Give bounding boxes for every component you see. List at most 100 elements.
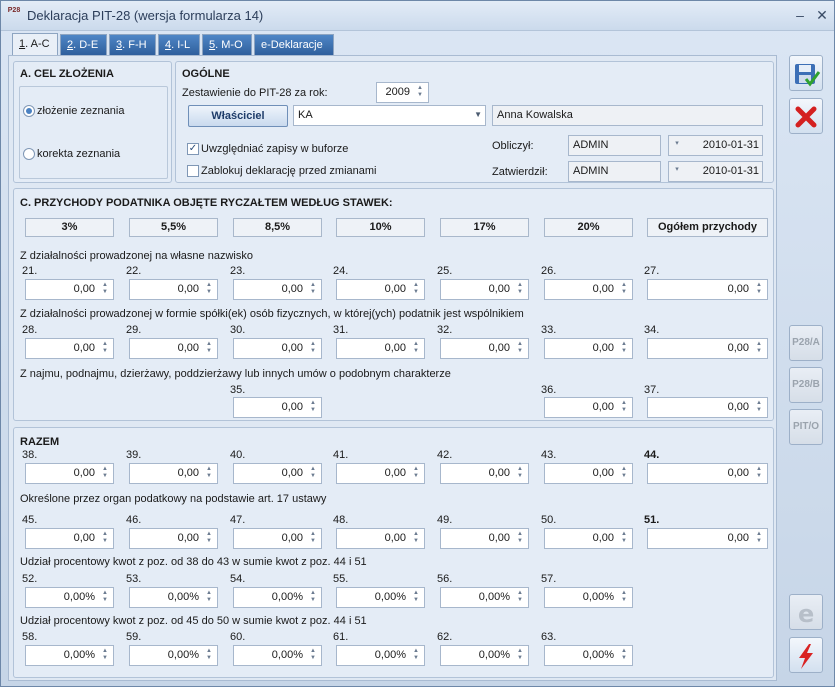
spinner-icon[interactable]: ▲ ▼ [753, 400, 765, 415]
amount-field[interactable]: 0,00% ▲ ▼ [440, 645, 529, 666]
spinner-icon[interactable]: ▲ ▼ [410, 466, 422, 481]
buffer-checkbox[interactable]: ✓ [187, 143, 199, 155]
spinner-icon[interactable]: ▲ ▼ [307, 341, 319, 356]
amount-field[interactable]: 0,00 ▲ ▼ [129, 463, 218, 484]
spinner-icon[interactable]: ▲ ▼ [514, 648, 526, 663]
spinner-icon[interactable]: ▲ ▼ [618, 341, 630, 356]
amount-field[interactable]: 0,00 ▲ ▼ [233, 279, 322, 300]
amount-field[interactable]: 0,00 ▲ ▼ [129, 338, 218, 359]
spinner-icon[interactable]: ▲ ▼ [618, 282, 630, 297]
amount-field[interactable]: 0,00 ▲ ▼ [544, 528, 633, 549]
amount-field[interactable]: 0,00 ▲ ▼ [336, 528, 425, 549]
spinner-icon[interactable]: ▲ ▼ [618, 590, 630, 605]
lock-checkbox[interactable] [187, 165, 199, 177]
spinner-icon[interactable]: ▲ ▼ [410, 648, 422, 663]
amount-field[interactable]: 0,00 ▲ ▼ [129, 528, 218, 549]
spinner-icon[interactable]: ▲ ▼ [307, 531, 319, 546]
close-icon[interactable]: ✕ [813, 6, 831, 24]
spinner-icon[interactable]: ▲ ▼ [753, 466, 765, 481]
spinner-icon[interactable]: ▲ ▼ [753, 531, 765, 546]
amount-field[interactable]: 0,00 ▲ ▼ [336, 338, 425, 359]
spinner-icon[interactable]: ▲ ▼ [514, 341, 526, 356]
spinner-icon[interactable]: ▲ ▼ [203, 648, 215, 663]
chevron-down-icon[interactable]: ▼ [474, 110, 482, 119]
radio-korekta[interactable] [23, 148, 35, 160]
spinner-icon[interactable]: ▲ ▼ [410, 341, 422, 356]
amount-field[interactable]: 0,00 ▲ ▼ [129, 279, 218, 300]
year-stepper[interactable]: 2009 ▲ ▼ [376, 82, 429, 103]
amount-field[interactable]: 0,00 ▲ ▼ [233, 528, 322, 549]
tab-i-l[interactable]: 4. I-L [158, 34, 200, 55]
amount-field[interactable]: 0,00 ▲ ▼ [647, 397, 768, 418]
cancel-button[interactable] [789, 98, 823, 134]
spinner-icon[interactable]: ▲ ▼ [203, 466, 215, 481]
amount-field[interactable]: 0,00 ▲ ▼ [233, 397, 322, 418]
owner-button[interactable]: Właściciel [188, 105, 288, 127]
amount-field[interactable]: 0,00 ▲ ▼ [544, 397, 633, 418]
pito-button[interactable]: PIT/O [789, 409, 823, 445]
p28a-button[interactable]: P28/A [789, 325, 823, 361]
amount-field[interactable]: 0,00 ▲ ▼ [544, 463, 633, 484]
spinner-icon[interactable]: ▲ ▼ [99, 590, 111, 605]
spinner-icon[interactable]: ▲ ▼ [203, 531, 215, 546]
spinner-icon[interactable]: ▲ ▼ [203, 590, 215, 605]
amount-field[interactable]: 0,00% ▲ ▼ [544, 587, 633, 608]
amount-field[interactable]: 0,00 ▲ ▼ [440, 279, 529, 300]
tab-f-h[interactable]: 3. F-H [109, 34, 156, 55]
amount-field[interactable]: 0,00 ▲ ▼ [336, 279, 425, 300]
tab-a-c[interactable]: 1. A-C [12, 33, 58, 55]
amount-field[interactable]: 0,00% ▲ ▼ [25, 645, 114, 666]
spinner-icon[interactable]: ▲ ▼ [307, 590, 319, 605]
amount-field[interactable]: 0,00 ▲ ▼ [25, 338, 114, 359]
save-button[interactable] [789, 55, 823, 91]
amount-field[interactable]: 0,00% ▲ ▼ [440, 587, 529, 608]
radio-zlozenie[interactable] [23, 105, 35, 117]
calculate-button[interactable] [789, 637, 823, 673]
amount-field[interactable]: 0,00 ▲ ▼ [647, 279, 768, 300]
e-declaration-button[interactable]: e [789, 594, 823, 630]
spinner-icon[interactable]: ▲ ▼ [410, 282, 422, 297]
spinner-icon[interactable]: ▲ ▼ [307, 282, 319, 297]
amount-field[interactable]: 0,00 ▲ ▼ [647, 528, 768, 549]
amount-field[interactable]: 0,00% ▲ ▼ [233, 645, 322, 666]
spinner-icon[interactable]: ▲ ▼ [307, 648, 319, 663]
spinner-icon[interactable]: ▲ ▼ [514, 531, 526, 546]
amount-field[interactable]: 0,00 ▲ ▼ [440, 528, 529, 549]
tab-d-e[interactable]: 2. D-E [60, 34, 107, 55]
spinner-icon[interactable]: ▲ ▼ [99, 531, 111, 546]
year-spin-icon[interactable]: ▲ ▼ [414, 85, 426, 100]
spinner-icon[interactable]: ▲ ▼ [203, 341, 215, 356]
amount-field[interactable]: 0,00 ▲ ▼ [440, 463, 529, 484]
spinner-icon[interactable]: ▲ ▼ [203, 282, 215, 297]
spinner-icon[interactable]: ▲ ▼ [99, 341, 111, 356]
amount-field[interactable]: 0,00 ▲ ▼ [647, 338, 768, 359]
amount-field[interactable]: 0,00 ▲ ▼ [233, 463, 322, 484]
spinner-icon[interactable]: ▲ ▼ [618, 531, 630, 546]
p28b-button[interactable]: P28/B [789, 367, 823, 403]
amount-field[interactable]: 0,00 ▲ ▼ [544, 279, 633, 300]
amount-field[interactable]: 0,00 ▲ ▼ [440, 338, 529, 359]
spinner-icon[interactable]: ▲ ▼ [307, 400, 319, 415]
spinner-icon[interactable]: ▲ ▼ [753, 282, 765, 297]
tab-e-deklaracje[interactable]: e-Deklaracje [254, 34, 334, 55]
tab-m-o[interactable]: 5. M-O [202, 34, 252, 55]
spinner-icon[interactable]: ▲ ▼ [410, 531, 422, 546]
amount-field[interactable]: 0,00% ▲ ▼ [336, 645, 425, 666]
spinner-icon[interactable]: ▲ ▼ [307, 466, 319, 481]
amount-field[interactable]: 0,00 ▲ ▼ [25, 279, 114, 300]
amount-field[interactable]: 0,00 ▲ ▼ [25, 463, 114, 484]
amount-field[interactable]: 0,00 ▲ ▼ [647, 463, 768, 484]
amount-field[interactable]: 0,00% ▲ ▼ [129, 645, 218, 666]
spinner-icon[interactable]: ▲ ▼ [99, 282, 111, 297]
spinner-icon[interactable]: ▲ ▼ [514, 590, 526, 605]
amount-field[interactable]: 0,00 ▲ ▼ [544, 338, 633, 359]
spinner-icon[interactable]: ▲ ▼ [753, 341, 765, 356]
owner-code-combo[interactable]: KA ▼ [293, 105, 486, 126]
spinner-icon[interactable]: ▲ ▼ [410, 590, 422, 605]
amount-field[interactable]: 0,00% ▲ ▼ [233, 587, 322, 608]
amount-field[interactable]: 0,00% ▲ ▼ [129, 587, 218, 608]
spinner-icon[interactable]: ▲ ▼ [99, 466, 111, 481]
spinner-icon[interactable]: ▲ ▼ [514, 282, 526, 297]
amount-field[interactable]: 0,00 ▲ ▼ [233, 338, 322, 359]
spinner-icon[interactable]: ▲ ▼ [99, 648, 111, 663]
